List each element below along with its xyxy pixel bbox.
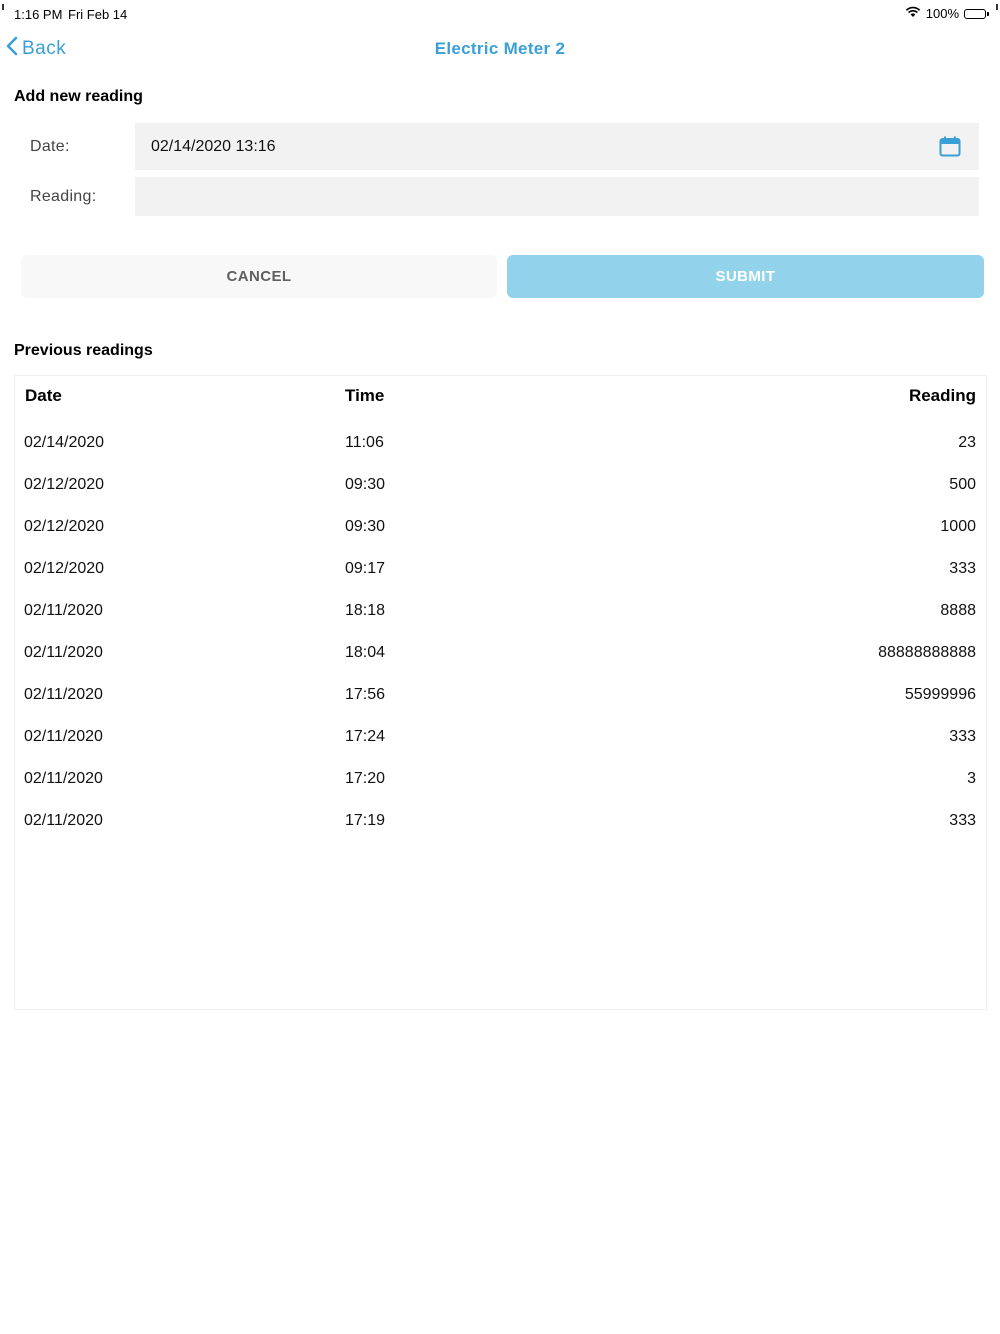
cancel-button[interactable]: CANCEL	[21, 255, 497, 298]
table-row: 02/12/2020 09:30 500	[14, 464, 987, 506]
row-time: 18:18	[345, 602, 386, 619]
row-date: 02/12/2020	[24, 560, 105, 577]
calendar-icon[interactable]	[939, 136, 961, 162]
row-date: 02/14/2020	[24, 434, 105, 451]
date-field[interactable]: 02/14/2020 13:16	[135, 123, 979, 170]
column-header-reading: Reading	[908, 386, 976, 405]
battery-icon	[964, 8, 989, 19]
table-row: 02/11/2020 17:56 55999996	[14, 674, 987, 716]
row-time: 17:19	[345, 812, 386, 829]
row-time: 09:30	[345, 476, 386, 493]
reading-input[interactable]	[135, 177, 979, 216]
row-time: 17:24	[345, 728, 386, 745]
row-time: 17:20	[345, 770, 386, 787]
table-row: 02/12/2020 09:30 1000	[14, 506, 987, 548]
row-date: 02/11/2020	[24, 686, 103, 703]
status-time: 1:16 PM	[14, 7, 63, 22]
column-header-time: Time	[345, 386, 385, 405]
row-date: 02/11/2020	[24, 812, 103, 829]
battery-percent: 100%	[925, 6, 959, 21]
row-reading: 333	[949, 728, 976, 745]
row-date: 02/12/2020	[24, 518, 105, 535]
submit-button[interactable]: SUBMIT	[507, 255, 984, 298]
status-indicators: 100%	[905, 6, 989, 21]
status-corner-mark	[2, 4, 4, 10]
row-date: 02/12/2020	[24, 476, 105, 493]
status-corner-mark	[996, 4, 998, 10]
status-date: Fri Feb 14	[68, 7, 128, 22]
previous-readings-title: Previous readings	[14, 342, 153, 359]
row-reading: 333	[949, 560, 976, 577]
table-row: 02/11/2020 18:18 8888	[14, 590, 987, 632]
table-row: 02/12/2020 09:17 333	[14, 548, 987, 590]
reading-label: Reading:	[30, 188, 97, 205]
nav-bar: Back Electric Meter 2	[0, 30, 1000, 66]
row-date: 02/11/2020	[24, 644, 103, 661]
row-date: 02/11/2020	[24, 770, 103, 787]
table-row: 02/11/2020 17:19 333	[14, 800, 987, 842]
row-reading: 55999996	[904, 686, 976, 703]
row-reading: 8888	[940, 602, 976, 619]
row-reading: 88888888888	[878, 644, 976, 661]
row-reading: 333	[949, 812, 976, 829]
add-reading-title: Add new reading	[14, 88, 143, 105]
wifi-icon	[905, 6, 921, 21]
row-time: 11:06	[345, 434, 384, 451]
row-time: 18:04	[345, 644, 386, 661]
table-row: 02/11/2020 17:24 333	[14, 716, 987, 758]
table-row: 02/14/2020 11:06 23	[14, 422, 987, 464]
row-date: 02/11/2020	[24, 728, 103, 745]
row-reading: 23	[958, 434, 976, 451]
row-time: 09:17	[345, 560, 386, 577]
row-time: 17:56	[345, 686, 386, 703]
column-header-date: Date	[25, 386, 62, 405]
status-bar: 1:16 PM Fri Feb 14 100%	[0, 0, 1000, 28]
table-row: 02/11/2020 17:20 3	[14, 758, 987, 800]
table-row: 02/11/2020 18:04 88888888888	[14, 632, 987, 674]
date-value: 02/14/2020 13:16	[151, 137, 276, 155]
row-time: 09:30	[345, 518, 386, 535]
date-label: Date:	[30, 138, 70, 155]
row-reading: 1000	[940, 518, 976, 535]
row-reading: 500	[949, 476, 976, 493]
page-title: Electric Meter 2	[434, 39, 566, 58]
row-date: 02/11/2020	[24, 602, 103, 619]
row-reading: 3	[967, 770, 976, 787]
